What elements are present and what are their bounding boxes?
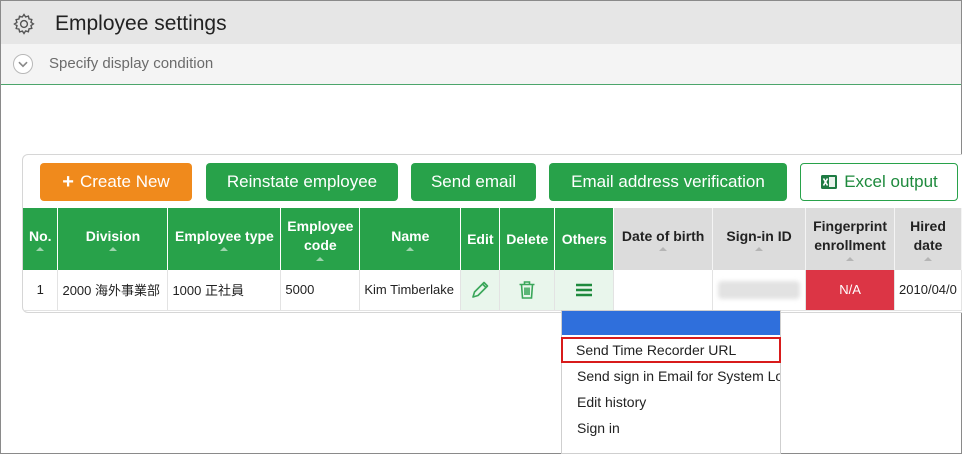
sort-icon[interactable]	[220, 247, 229, 252]
edit-button[interactable]	[460, 270, 501, 311]
chevron-down-icon[interactable]	[13, 54, 33, 74]
col-header-name[interactable]: Name	[359, 208, 462, 270]
others-menu-button[interactable]	[554, 270, 615, 311]
sort-icon[interactable]	[316, 256, 325, 261]
sort-icon[interactable]	[406, 247, 415, 252]
cell-employee-code: 5000	[280, 270, 361, 311]
cell-date-of-birth	[613, 270, 714, 311]
col-header-no[interactable]: No.	[23, 208, 59, 270]
menu-item-edit-history[interactable]: Edit history	[562, 389, 780, 415]
sort-icon[interactable]	[755, 247, 764, 252]
col-header-others: Others	[554, 208, 615, 270]
col-header-employee-code[interactable]: Employee code	[280, 208, 361, 270]
page-title: Employee settings	[55, 12, 227, 35]
fingerprint-status-badge: N/A	[805, 270, 896, 311]
reinstate-employee-button[interactable]: Reinstate employee	[206, 163, 398, 201]
col-header-sign-in-id[interactable]: Sign-in ID	[712, 208, 807, 270]
display-condition-bar[interactable]: Specify display condition	[1, 44, 961, 85]
others-dropdown-menu: Send Time Recorder URL Send sign in Emai…	[561, 310, 781, 454]
table-row[interactable]: 1 2000 海外事業部 1000 正社員 5000 Kim Timberlak…	[23, 270, 962, 311]
col-header-division[interactable]: Division	[57, 208, 169, 270]
hamburger-menu-icon[interactable]	[573, 279, 595, 301]
col-header-employee-type[interactable]: Employee type	[167, 208, 282, 270]
create-new-label: Create New	[79, 172, 170, 191]
title-bar: Employee settings	[1, 1, 961, 44]
trash-icon[interactable]	[516, 279, 538, 301]
menu-item-send-sign-in-email[interactable]: Send sign in Email for System Log	[562, 363, 780, 389]
plus-icon: +	[62, 170, 74, 193]
cell-division: 2000 海外事業部	[57, 270, 169, 311]
send-email-button[interactable]: Send email	[411, 163, 536, 201]
gear-icon	[13, 13, 35, 35]
col-header-hired-date[interactable]: Hired date	[894, 208, 962, 270]
email-verification-button[interactable]: Email address verification	[549, 163, 787, 201]
col-header-date-of-birth[interactable]: Date of birth	[613, 208, 714, 270]
sort-icon[interactable]	[36, 247, 45, 252]
col-header-fingerprint-enrollment[interactable]: Fingerprint enrollment	[805, 208, 896, 270]
cell-name: Kim Timberlake	[359, 270, 462, 311]
excel-output-label: Excel output	[844, 172, 938, 191]
col-header-delete: Delete	[499, 208, 556, 270]
cell-sign-in-id	[712, 270, 807, 311]
col-header-edit: Edit	[460, 208, 501, 270]
cell-hired-date: 2010/04/0	[894, 270, 962, 311]
cell-no: 1	[23, 270, 59, 311]
create-new-button[interactable]: + Create New	[40, 163, 192, 201]
cell-employee-type: 1000 正社員	[167, 270, 282, 311]
excel-icon	[821, 175, 838, 189]
display-condition-label[interactable]: Specify display condition	[49, 55, 213, 72]
pencil-icon[interactable]	[469, 279, 491, 301]
menu-item-send-time-recorder-url[interactable]: Send Time Recorder URL	[561, 337, 781, 363]
redacted-sign-in-id	[718, 280, 801, 299]
menu-item-sign-in[interactable]: Sign in	[562, 415, 780, 441]
sort-icon[interactable]	[659, 247, 668, 252]
menu-header-bar	[562, 311, 780, 335]
sort-icon[interactable]	[846, 256, 855, 261]
sort-icon[interactable]	[924, 256, 933, 261]
employee-table: No. Division Employee type Employee code …	[23, 208, 962, 311]
sort-icon[interactable]	[108, 247, 117, 252]
table-header-row: No. Division Employee type Employee code …	[23, 208, 962, 270]
delete-button[interactable]	[499, 270, 556, 311]
excel-output-button[interactable]: Excel output	[800, 163, 958, 201]
